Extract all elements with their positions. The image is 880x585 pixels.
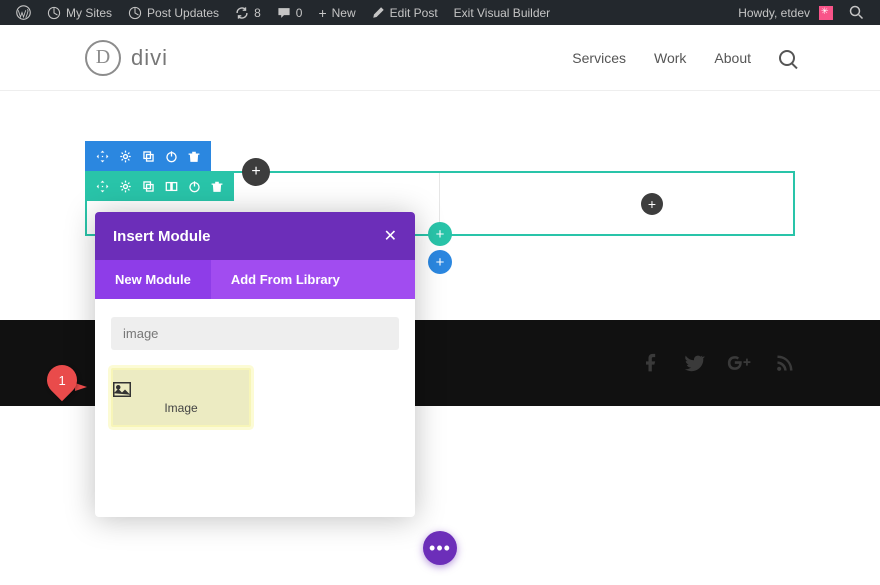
search-input[interactable] bbox=[111, 317, 399, 350]
module-image[interactable]: Image bbox=[111, 368, 251, 427]
section-toolbar bbox=[85, 141, 211, 171]
comment-icon bbox=[277, 6, 291, 20]
close-button[interactable]: ✕ bbox=[384, 226, 397, 246]
wordpress-icon bbox=[16, 5, 31, 20]
modal-body: Image bbox=[95, 299, 415, 517]
logo-icon: D bbox=[85, 40, 121, 76]
annotation-1: 1 bbox=[47, 365, 87, 395]
logo-letter: D bbox=[96, 46, 110, 69]
trash-icon[interactable] bbox=[187, 150, 201, 163]
row-toolbar bbox=[85, 171, 234, 201]
refresh-icon bbox=[235, 6, 249, 20]
columns-icon[interactable] bbox=[164, 180, 178, 193]
plus-icon: + bbox=[436, 254, 445, 271]
comment-count: 0 bbox=[296, 6, 303, 20]
tab-add-from-library[interactable]: Add From Library bbox=[211, 260, 360, 299]
modal-tabs: New Module Add From Library bbox=[95, 260, 415, 299]
plus-icon: + bbox=[251, 163, 260, 181]
edit-post-label: Edit Post bbox=[390, 6, 438, 20]
twitter-icon[interactable] bbox=[683, 352, 705, 374]
plus-icon: + bbox=[436, 226, 445, 243]
dashboard-icon bbox=[128, 6, 142, 20]
main-nav: Services Work About bbox=[572, 50, 795, 66]
exit-builder-link[interactable]: Exit Visual Builder bbox=[446, 0, 559, 25]
new-label: New bbox=[332, 6, 356, 20]
update-count: 8 bbox=[254, 6, 261, 20]
wp-admin-bar: My Sites Post Updates 8 0 + New Edit Post… bbox=[0, 0, 880, 25]
comments-link[interactable]: 0 bbox=[269, 0, 311, 25]
my-sites-label: My Sites bbox=[66, 6, 112, 20]
duplicate-icon[interactable] bbox=[141, 180, 155, 193]
add-module-button-right[interactable]: + bbox=[641, 193, 663, 215]
move-icon[interactable] bbox=[95, 150, 109, 163]
modal-title: Insert Module bbox=[113, 228, 211, 245]
add-row-button[interactable]: + bbox=[428, 222, 452, 246]
pencil-icon bbox=[372, 6, 385, 19]
module-image-label: Image bbox=[113, 401, 249, 415]
add-module-button-left[interactable]: + bbox=[242, 158, 270, 186]
new-link[interactable]: + New bbox=[310, 0, 363, 25]
howdy-label: Howdy, etdev bbox=[738, 6, 810, 20]
power-icon[interactable] bbox=[187, 180, 201, 193]
wp-logo[interactable] bbox=[8, 0, 39, 25]
power-icon[interactable] bbox=[164, 150, 178, 163]
search-icon bbox=[849, 5, 864, 20]
annotation-number: 1 bbox=[58, 373, 65, 388]
nav-services[interactable]: Services bbox=[572, 50, 626, 66]
facebook-icon[interactable] bbox=[641, 353, 661, 373]
image-icon bbox=[113, 382, 249, 397]
duplicate-icon[interactable] bbox=[141, 150, 155, 163]
edit-post-link[interactable]: Edit Post bbox=[364, 0, 446, 25]
dashboard-icon bbox=[47, 6, 61, 20]
gear-icon[interactable] bbox=[118, 180, 132, 193]
nav-work[interactable]: Work bbox=[654, 50, 686, 66]
search-toggle[interactable] bbox=[841, 0, 872, 25]
modal-header: Insert Module ✕ bbox=[95, 212, 415, 260]
site-header: D divi Services Work About bbox=[0, 25, 880, 91]
logo-text: divi bbox=[131, 45, 168, 71]
gear-icon[interactable] bbox=[118, 150, 132, 163]
my-sites-link[interactable]: My Sites bbox=[39, 0, 120, 25]
dots-icon: ••• bbox=[429, 538, 451, 559]
search-icon[interactable] bbox=[779, 50, 795, 66]
nav-about[interactable]: About bbox=[714, 50, 751, 66]
exit-builder-label: Exit Visual Builder bbox=[454, 6, 551, 20]
post-updates-label: Post Updates bbox=[147, 6, 219, 20]
add-section-button[interactable]: + bbox=[428, 250, 452, 274]
rss-icon[interactable] bbox=[775, 353, 795, 373]
trash-icon[interactable] bbox=[210, 180, 224, 193]
google-plus-icon[interactable] bbox=[727, 353, 753, 373]
plus-icon: + bbox=[318, 6, 326, 20]
tab-new-module[interactable]: New Module bbox=[95, 260, 211, 299]
post-updates-link[interactable]: Post Updates bbox=[120, 0, 227, 25]
updates-link[interactable]: 8 bbox=[227, 0, 269, 25]
move-icon[interactable] bbox=[95, 180, 109, 193]
page-settings-button[interactable]: ••• bbox=[423, 531, 457, 565]
logo[interactable]: D divi bbox=[85, 40, 168, 76]
account-link[interactable]: Howdy, etdev bbox=[730, 0, 841, 25]
insert-module-modal: Insert Module ✕ New Module Add From Libr… bbox=[95, 212, 415, 517]
avatar bbox=[819, 6, 833, 20]
plus-icon: + bbox=[648, 196, 656, 212]
